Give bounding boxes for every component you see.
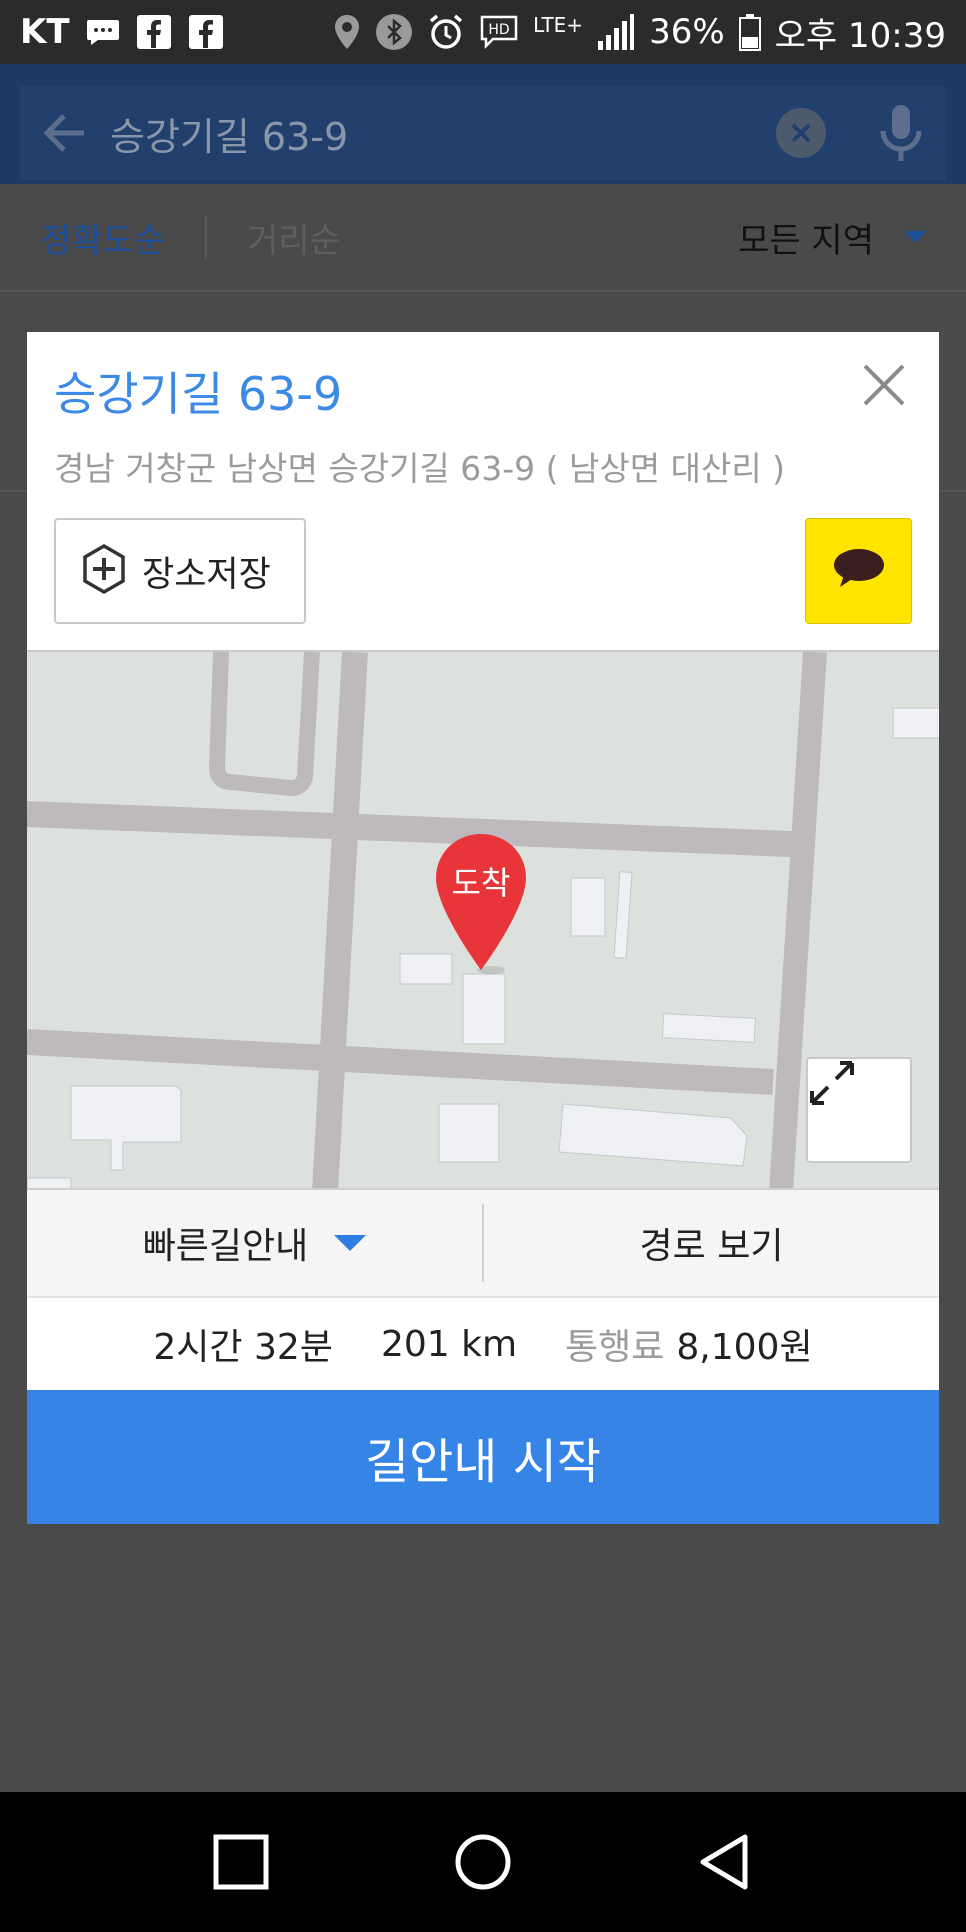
recent-apps-icon[interactable] (211, 1832, 271, 1892)
route-toll: 통행료 8,100원 (565, 1318, 813, 1370)
signal-icon (597, 13, 635, 51)
place-title: 승강기길 63-9 (54, 367, 343, 421)
route-options-row: 빠른길안내 경로 보기 (27, 1188, 939, 1296)
destination-pin-label: 도착 (451, 864, 511, 902)
back-arrow-icon[interactable] (40, 108, 90, 158)
place-dialog: 승강기길 63-9 경남 거창군 남상면 승강기길 63-9 ( 남상면 대산리… (27, 332, 939, 1524)
sort-bar: 정확도순 거리순 모든 지역 (0, 184, 966, 292)
toll-label: 통행료 (565, 1327, 665, 1368)
clock: 오후 10:39 (774, 15, 946, 56)
back-icon[interactable] (695, 1832, 755, 1892)
expand-map-button[interactable] (806, 1057, 912, 1163)
search-input[interactable]: 승강기길 63-9 (110, 106, 776, 161)
speech-bubble-icon (832, 547, 886, 595)
region-dropdown[interactable]: 모든 지역 (738, 213, 926, 262)
place-address: 경남 거창군 남상면 승강기길 63-9 ( 남상면 대산리 ) (54, 449, 786, 488)
save-place-label: 장소저장 (142, 554, 271, 595)
route-option-dropdown[interactable]: 빠른길안내 (27, 1217, 482, 1269)
carrier-label: KT (20, 12, 70, 52)
route-distance: 201 km (380, 1323, 518, 1365)
view-route-button[interactable]: 경로 보기 (484, 1217, 939, 1269)
route-option-label: 빠른길안내 (142, 1226, 309, 1267)
close-icon[interactable] (861, 362, 907, 408)
caret-down-icon (334, 1235, 367, 1251)
bluetooth-icon (375, 13, 413, 51)
toll-value: 8,100원 (676, 1327, 813, 1368)
sort-distance-tab[interactable]: 거리순 (247, 213, 341, 262)
region-label: 모든 지역 (738, 220, 874, 261)
home-icon[interactable] (453, 1832, 513, 1892)
route-info-row: 2시간 32분 201 km 통행료 8,100원 (27, 1296, 939, 1390)
svg-text:HD: HD (488, 22, 509, 38)
start-navigation-button[interactable]: 길안내 시작 (27, 1390, 939, 1524)
message-icon (86, 18, 120, 46)
network-type-label: LTE+ (533, 13, 584, 37)
sort-divider (205, 215, 208, 259)
battery-icon (738, 13, 761, 51)
add-place-icon (80, 543, 128, 599)
sort-accuracy-tab[interactable]: 정확도순 (40, 213, 165, 262)
alarm-icon (427, 13, 465, 51)
battery-percent: 36% (649, 12, 725, 52)
system-nav-bar (0, 1792, 966, 1932)
caret-down-icon (904, 231, 926, 243)
location-icon (333, 14, 361, 50)
kakaotalk-share-button[interactable] (805, 518, 912, 624)
clear-search-icon[interactable] (776, 108, 826, 158)
facebook-icon (188, 14, 224, 50)
hd-voice-icon: HD (479, 15, 519, 49)
status-bar: KT HD LTE+ 36% 오후 10:39 (0, 0, 966, 64)
save-place-button[interactable]: 장소저장 (54, 518, 306, 624)
destination-pin[interactable]: 도착 (433, 832, 529, 978)
facebook-icon (136, 14, 172, 50)
search-bar: 승강기길 63-9 (0, 64, 966, 184)
search-box[interactable]: 승강기길 63-9 (20, 86, 946, 180)
route-duration: 2시간 32분 (153, 1327, 333, 1368)
map-pin-icon (436, 834, 526, 974)
microphone-icon[interactable] (876, 103, 926, 163)
dialog-header: 승강기길 63-9 경남 거창군 남상면 승강기길 63-9 ( 남상면 대산리… (27, 332, 939, 650)
map-view[interactable]: 도착 (27, 650, 939, 1188)
